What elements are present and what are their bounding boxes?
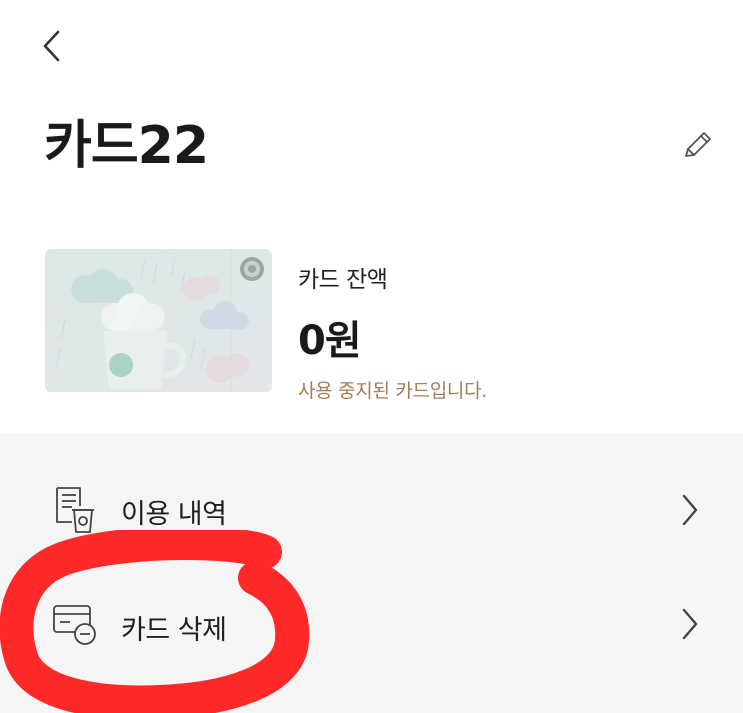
card-status-text: 사용 중지된 카드입니다.	[298, 380, 488, 402]
back-button[interactable]	[36, 26, 72, 66]
chevron-right-icon	[682, 608, 698, 640]
menu-label-card-delete: 카드 삭제	[121, 615, 227, 646]
menu-section: 이용 내역 카드 삭제	[0, 434, 743, 713]
pencil-icon	[685, 132, 711, 157]
menu-label-usage-history: 이용 내역	[121, 499, 227, 530]
balance-value: 0원	[298, 318, 362, 364]
menu-item-usage-history[interactable]: 이용 내역	[0, 460, 743, 560]
card-delete-icon	[53, 605, 96, 645]
edit-name-button[interactable]	[678, 126, 718, 166]
page-title: 카드22	[44, 116, 209, 176]
chevron-left-icon	[43, 30, 60, 62]
menu-item-card-delete[interactable]: 카드 삭제	[0, 574, 743, 674]
card-info: 카드 잔액 0원 사용 중지된 카드입니다.	[298, 260, 487, 403]
card-detail-page: 카드22 카드 잔액 0원 사용 중지된 카드입니다. 이용 내역 카드 삭제	[0, 0, 743, 713]
balance-label: 카드 잔액	[298, 267, 388, 293]
chevron-right-icon	[682, 494, 698, 526]
card-image	[45, 249, 272, 392]
receipt-cup-icon	[56, 487, 94, 533]
